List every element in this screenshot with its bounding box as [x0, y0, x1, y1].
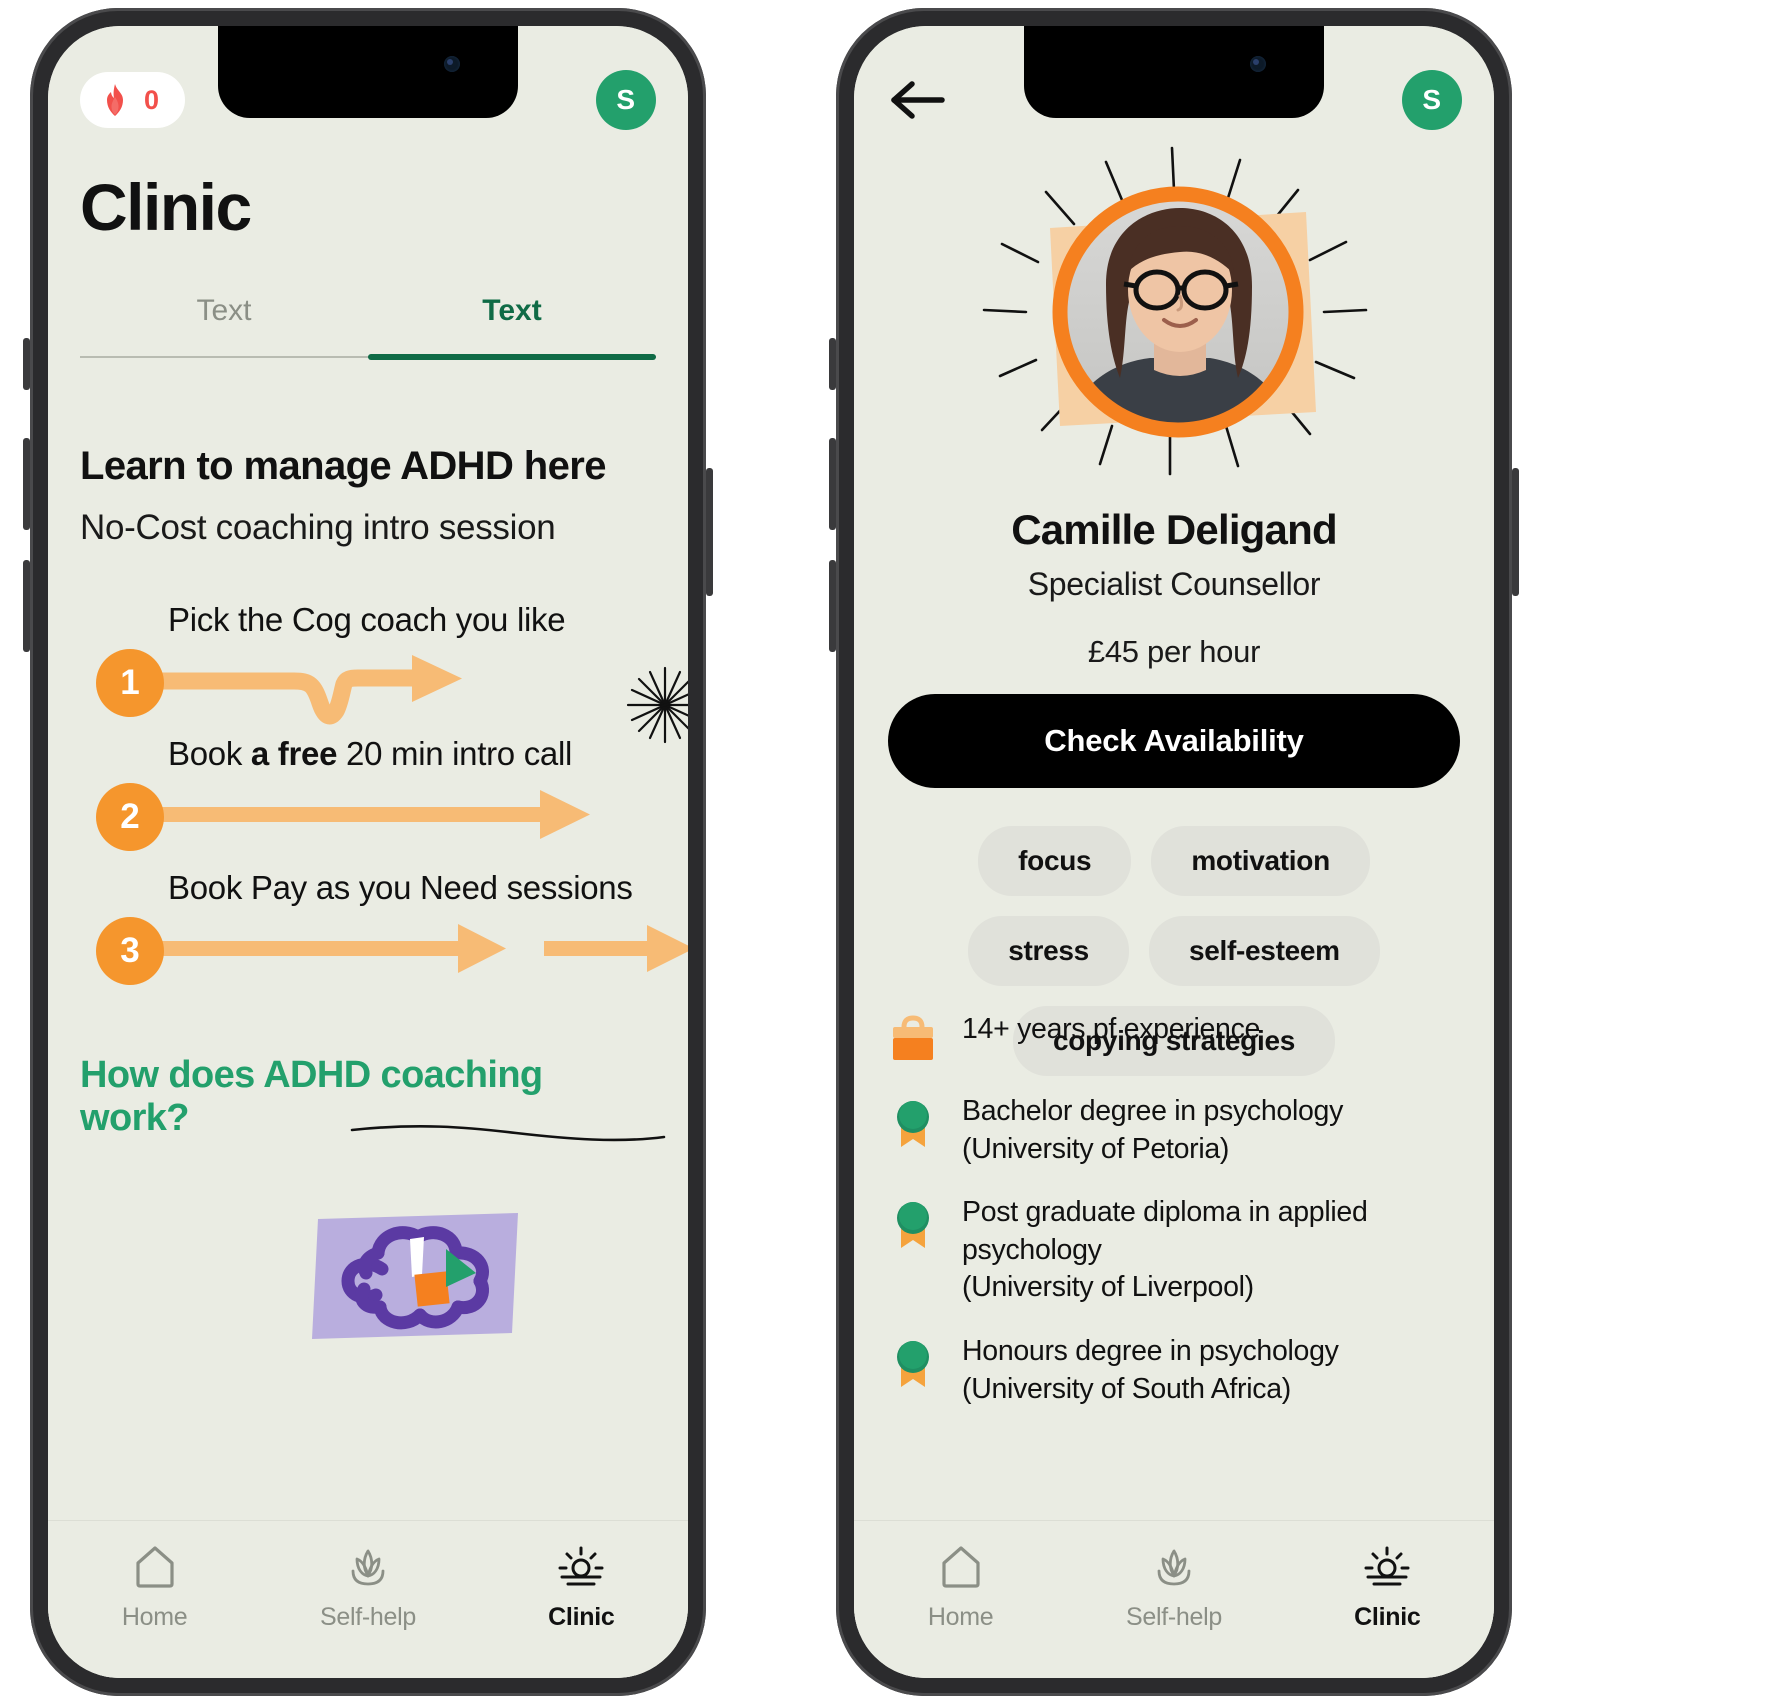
profile-body: S Camille Deligand Specialist Counsellor… [854, 26, 1494, 1520]
counsellor-profile-screen: S Camille Deligand Specialist Counsellor… [854, 26, 1494, 1678]
clinic-screen: 0 S Clinic Text Text Learn to manage ADH… [48, 26, 688, 1678]
nav-item-clinic[interactable]: Clinic [1281, 1543, 1494, 1632]
bottom-navigation-right: Home Self-help Clinic [854, 1520, 1494, 1678]
step-item: Book a free 20 min intro call 2 [48, 735, 688, 869]
nav-label: Home [927, 1603, 994, 1631]
credential-line: Post graduate diploma in applied psychol… [962, 1196, 1368, 1266]
nav-label: Self-help [1126, 1603, 1222, 1631]
front-camera-icon [1250, 56, 1266, 72]
streak-count: 0 [144, 84, 160, 115]
nav-item-self-help[interactable]: Self-help [1067, 1543, 1280, 1632]
credential-line: 14+ years pf experience [962, 1013, 1261, 1045]
sunrise-icon [1364, 1546, 1410, 1586]
credential-item: Bachelor degree in psychology (Universit… [888, 1093, 1464, 1168]
back-arrow-icon [891, 81, 945, 119]
tag-stress[interactable]: stress [968, 916, 1129, 986]
home-icon [942, 1546, 980, 1588]
nav-label: Self-help [320, 1603, 416, 1631]
clinic-body: 0 S Clinic Text Text Learn to manage ADH… [48, 26, 688, 1520]
tab-text-1[interactable]: Text [80, 294, 368, 350]
phone-right: S Camille Deligand Specialist Counsellor… [829, 8, 1519, 1696]
power-button[interactable] [706, 468, 713, 596]
credential-item: Honours degree in psychology (University… [888, 1333, 1464, 1408]
credential-item: Post graduate diploma in applied psychol… [888, 1194, 1464, 1307]
credential-line: (University of South Africa) [962, 1372, 1291, 1405]
tag-motivation[interactable]: motivation [1151, 826, 1370, 896]
dual-phone-mockup: 0 S Clinic Text Text Learn to manage ADH… [0, 0, 1768, 1704]
tag-self-esteem[interactable]: self-esteem [1148, 916, 1380, 986]
volume-down-button[interactable] [23, 560, 30, 652]
hand-drawn-underline [350, 1124, 666, 1142]
notch [1024, 26, 1324, 118]
nav-item-home[interactable]: Home [854, 1543, 1067, 1632]
credential-text: Bachelor degree in psychology (Universit… [962, 1093, 1343, 1168]
step-number-badge: 3 [96, 917, 164, 985]
credential-text: Post graduate diploma in applied psychol… [962, 1194, 1464, 1307]
power-button[interactable] [1512, 468, 1519, 596]
tab-bar: Text Text [80, 294, 656, 350]
volume-up-button[interactable] [829, 438, 836, 530]
step-item: Pick the Cog coach you like 1 [48, 601, 688, 735]
phone-screen-left: 0 S Clinic Text Text Learn to manage ADH… [48, 26, 688, 1678]
credential-line: Bachelor degree in psychology [962, 1095, 1344, 1127]
profile-rate: £45 per hour [1087, 634, 1261, 669]
phone-screen-right: S Camille Deligand Specialist Counsellor… [854, 26, 1494, 1678]
medal-icon [897, 1101, 929, 1147]
lotus-icon [351, 1549, 385, 1586]
phone-left: 0 S Clinic Text Text Learn to manage ADH… [23, 8, 713, 1696]
lead-title: Learn to manage ADHD here [80, 444, 606, 488]
nav-label: Home [121, 1603, 188, 1631]
bottom-navigation-left: Home Self-help Clinic [48, 1520, 688, 1678]
credential-text: 14+ years pf experience [962, 1011, 1260, 1049]
check-availability-button[interactable]: Check Availability [888, 694, 1460, 788]
nav-item-home[interactable]: Home [48, 1543, 261, 1632]
tab-text-2[interactable]: Text [368, 294, 656, 350]
credential-text: Honours degree in psychology (University… [962, 1333, 1339, 1408]
brain-doodle-illustration [312, 1213, 518, 1339]
tag-focus[interactable]: focus [978, 826, 1132, 896]
page-title: Clinic [80, 170, 252, 244]
step-arrow-curved-icon [144, 655, 462, 725]
avatar[interactable]: S [1402, 70, 1462, 130]
streak-badge[interactable]: 0 [80, 72, 186, 128]
step-number-badge: 1 [96, 649, 164, 717]
silent-switch[interactable] [829, 338, 836, 390]
sunrise-icon [558, 1546, 604, 1586]
briefcase-icon [893, 1015, 933, 1060]
nav-label: Clinic [548, 1603, 615, 1631]
avatar[interactable]: S [596, 70, 656, 130]
front-camera-icon [444, 56, 460, 72]
medal-icon [897, 1202, 929, 1249]
tab-rail [80, 354, 656, 360]
volume-up-button[interactable] [23, 438, 30, 530]
counsellor-hero [982, 146, 1368, 476]
steps-list: Pick the Cog coach you like 1 Book a fre… [48, 601, 688, 1003]
credentials-list: 14+ years pf experience Bachelor degree … [888, 1011, 1464, 1408]
credential-line: (University of Liverpool) [962, 1271, 1254, 1304]
home-icon [136, 1546, 174, 1588]
medal-icon [897, 1341, 929, 1388]
flame-icon [107, 84, 123, 116]
credential-item: 14+ years pf experience [888, 1011, 1464, 1067]
volume-down-button[interactable] [829, 560, 836, 652]
back-button[interactable] [886, 69, 948, 131]
step-arrow-double-icon [148, 924, 688, 973]
step-arrow-straight-icon [148, 790, 590, 839]
tab-active-indicator [368, 354, 656, 360]
nav-item-clinic[interactable]: Clinic [475, 1543, 688, 1632]
silent-switch[interactable] [23, 338, 30, 390]
nav-label: Clinic [1354, 1603, 1421, 1631]
lead-subtitle: No-Cost coaching intro session [80, 508, 556, 547]
nav-item-self-help[interactable]: Self-help [261, 1543, 474, 1632]
credential-line: Honours degree in psychology [962, 1335, 1339, 1368]
credential-line: (University of Petoria) [962, 1132, 1230, 1165]
notch [218, 26, 518, 118]
step-number-badge: 2 [96, 783, 164, 851]
sparkle-starburst-icon [626, 666, 688, 744]
profile-name: Camille Deligand [1011, 506, 1337, 553]
lotus-icon [1157, 1549, 1191, 1586]
step-item: Book Pay as you Need sessions 3 [48, 869, 688, 1003]
profile-role: Specialist Counsellor [1027, 566, 1321, 602]
